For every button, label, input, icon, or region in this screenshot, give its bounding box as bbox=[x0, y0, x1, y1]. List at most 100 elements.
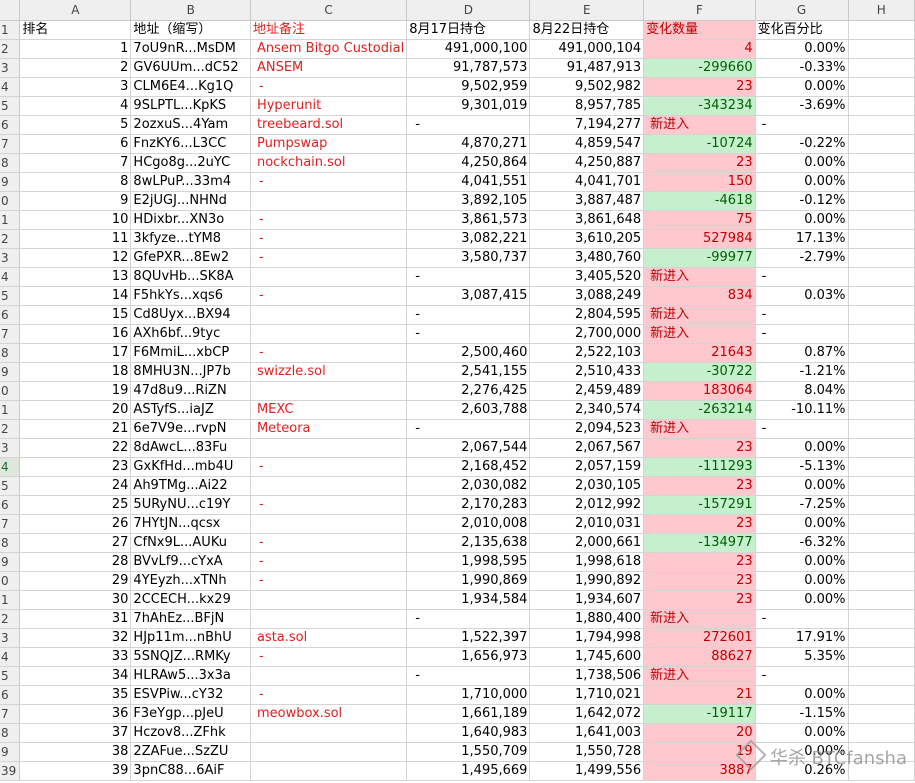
cell-note[interactable]: - bbox=[250, 647, 408, 667]
empty-cell[interactable] bbox=[848, 77, 915, 97]
cell-note[interactable]: - bbox=[250, 495, 408, 515]
row-number[interactable]: 4 bbox=[0, 647, 21, 667]
row-number[interactable]: 6 bbox=[0, 685, 21, 705]
cell-change-pct[interactable]: 0.00% bbox=[755, 571, 849, 591]
row-number[interactable]: 8 bbox=[0, 153, 21, 173]
cell-rank[interactable]: 36 bbox=[19, 704, 132, 724]
cell-address[interactable]: 8dAwcL...83Fu bbox=[130, 438, 251, 458]
cell-hold-aug22[interactable]: 3,610,205 bbox=[529, 229, 645, 249]
row-number[interactable]: 9 bbox=[0, 742, 21, 762]
cell-change-qty[interactable]: -299660 bbox=[643, 58, 756, 78]
empty-cell[interactable] bbox=[848, 666, 915, 686]
cell-note[interactable] bbox=[250, 324, 408, 344]
empty-cell[interactable] bbox=[848, 191, 915, 211]
header-rank[interactable]: 排名 bbox=[19, 20, 132, 40]
cell-address[interactable]: 7oU9nR...MsDM bbox=[130, 39, 251, 59]
cell-rank[interactable]: 15 bbox=[19, 305, 132, 325]
cell-note[interactable]: Pumpswap bbox=[250, 134, 408, 154]
empty-cell[interactable] bbox=[848, 115, 915, 135]
cell-rank[interactable]: 1 bbox=[19, 39, 132, 59]
cell-hold-aug22[interactable]: 1,642,072 bbox=[529, 704, 645, 724]
row-number[interactable]: 7 bbox=[0, 134, 21, 154]
cell-note[interactable]: asta.sol bbox=[250, 628, 408, 648]
cell-hold-aug22[interactable]: 1,794,998 bbox=[529, 628, 645, 648]
cell-hold-aug17[interactable]: 1,522,397 bbox=[406, 628, 531, 648]
header-note[interactable]: 地址备注 bbox=[250, 20, 408, 40]
cell-address[interactable]: HDixbr...XN3o bbox=[130, 210, 251, 230]
cell-change-qty[interactable]: -10724 bbox=[643, 134, 756, 154]
cell-address[interactable]: 47d8u9...RiZN bbox=[130, 381, 251, 401]
row-number[interactable]: 2 bbox=[0, 229, 21, 249]
cell-address[interactable]: 8QUvHb...SK8A bbox=[130, 267, 251, 287]
cell-hold-aug22[interactable]: 2,700,000 bbox=[529, 324, 645, 344]
cell-note[interactable] bbox=[250, 761, 408, 781]
cell-rank[interactable]: 13 bbox=[19, 267, 132, 287]
cell-hold-aug22[interactable]: 3,088,249 bbox=[529, 286, 645, 306]
cell-hold-aug17[interactable]: 3,580,737 bbox=[406, 248, 531, 268]
empty-cell[interactable] bbox=[848, 761, 915, 781]
empty-cell[interactable] bbox=[848, 39, 915, 59]
cell-hold-aug22[interactable]: 2,010,031 bbox=[529, 514, 645, 534]
row-number[interactable]: 9 bbox=[0, 552, 21, 572]
cell-rank[interactable]: 5 bbox=[19, 115, 132, 135]
cell-change-pct[interactable]: 0.00% bbox=[755, 590, 849, 610]
cell-change-pct[interactable]: -7.25% bbox=[755, 495, 849, 515]
cell-change-pct[interactable]: - bbox=[755, 324, 849, 344]
cell-rank[interactable]: 27 bbox=[19, 533, 132, 553]
empty-cell[interactable] bbox=[848, 210, 915, 230]
cell-hold-aug22[interactable]: 1,499,556 bbox=[529, 761, 645, 781]
empty-cell[interactable] bbox=[848, 362, 915, 382]
cell-address[interactable]: HJp11m...nBhU bbox=[130, 628, 251, 648]
cell-hold-aug22[interactable]: 2,030,105 bbox=[529, 476, 645, 496]
cell-address[interactable]: 8wLPuP...33m4 bbox=[130, 172, 251, 192]
cell-rank[interactable]: 16 bbox=[19, 324, 132, 344]
cell-hold-aug22[interactable]: 4,859,547 bbox=[529, 134, 645, 154]
cell-rank[interactable]: 34 bbox=[19, 666, 132, 686]
empty-cell[interactable] bbox=[848, 419, 915, 439]
cell-address[interactable]: FnzKY6...L3CC bbox=[130, 134, 251, 154]
cell-note[interactable]: - bbox=[250, 571, 408, 591]
row-number[interactable]: 8 bbox=[0, 533, 21, 553]
cell-hold-aug17[interactable]: 91,787,573 bbox=[406, 58, 531, 78]
column-header-b[interactable]: B bbox=[130, 0, 251, 21]
cell-address[interactable]: ASTyfS...iaJZ bbox=[130, 400, 251, 420]
cell-change-pct[interactable]: 5.35% bbox=[755, 647, 849, 667]
cell-note[interactable]: - bbox=[250, 685, 408, 705]
cell-address[interactable]: BVvLf9...cYxA bbox=[130, 552, 251, 572]
empty-cell[interactable] bbox=[848, 628, 915, 648]
cell-hold-aug22[interactable]: 2,459,489 bbox=[529, 381, 645, 401]
cell-address[interactable]: CLM6E4...Kg1Q bbox=[130, 77, 251, 97]
cell-hold-aug22[interactable]: 3,480,760 bbox=[529, 248, 645, 268]
cell-change-pct[interactable]: 0.03% bbox=[755, 286, 849, 306]
header-change-pct[interactable]: 变化百分比 bbox=[755, 20, 849, 40]
cell-hold-aug17[interactable]: 4,870,271 bbox=[406, 134, 531, 154]
cell-hold-aug17[interactable]: 2,010,008 bbox=[406, 514, 531, 534]
cell-change-qty[interactable]: 88627 bbox=[643, 647, 756, 667]
cell-hold-aug22[interactable]: 1,998,618 bbox=[529, 552, 645, 572]
row-number[interactable]: 5 bbox=[0, 476, 21, 496]
row-number[interactable]: 39 bbox=[0, 761, 21, 781]
cell-hold-aug22[interactable]: 9,502,982 bbox=[529, 77, 645, 97]
empty-cell[interactable] bbox=[848, 305, 915, 325]
cell-hold-aug22[interactable]: 491,000,104 bbox=[529, 39, 645, 59]
cell-change-pct[interactable]: - bbox=[755, 419, 849, 439]
cell-address[interactable]: F5hkYs...xqs6 bbox=[130, 286, 251, 306]
cell-address[interactable]: F6MmiL...xbCP bbox=[130, 343, 251, 363]
cell-hold-aug22[interactable]: 2,012,992 bbox=[529, 495, 645, 515]
cell-address[interactable]: AXh6bf...9tyc bbox=[130, 324, 251, 344]
column-header-d[interactable]: D bbox=[406, 0, 531, 21]
cell-rank[interactable]: 31 bbox=[19, 609, 132, 629]
row-number[interactable]: 3 bbox=[0, 628, 21, 648]
cell-note[interactable]: MEXC bbox=[250, 400, 408, 420]
cell-address[interactable]: 7hAhEz...BFjN bbox=[130, 609, 251, 629]
cell-change-pct[interactable]: 0.00% bbox=[755, 153, 849, 173]
cell-note[interactable] bbox=[250, 590, 408, 610]
cell-note[interactable]: - bbox=[250, 286, 408, 306]
cell-rank[interactable]: 22 bbox=[19, 438, 132, 458]
cell-hold-aug17[interactable]: - bbox=[406, 324, 531, 344]
row-number[interactable]: 4 bbox=[0, 77, 21, 97]
row-number[interactable]: 4 bbox=[0, 457, 21, 477]
cell-note[interactable]: - bbox=[250, 343, 408, 363]
cell-address[interactable]: GxKfHd...mb4U bbox=[130, 457, 251, 477]
cell-rank[interactable]: 8 bbox=[19, 172, 132, 192]
